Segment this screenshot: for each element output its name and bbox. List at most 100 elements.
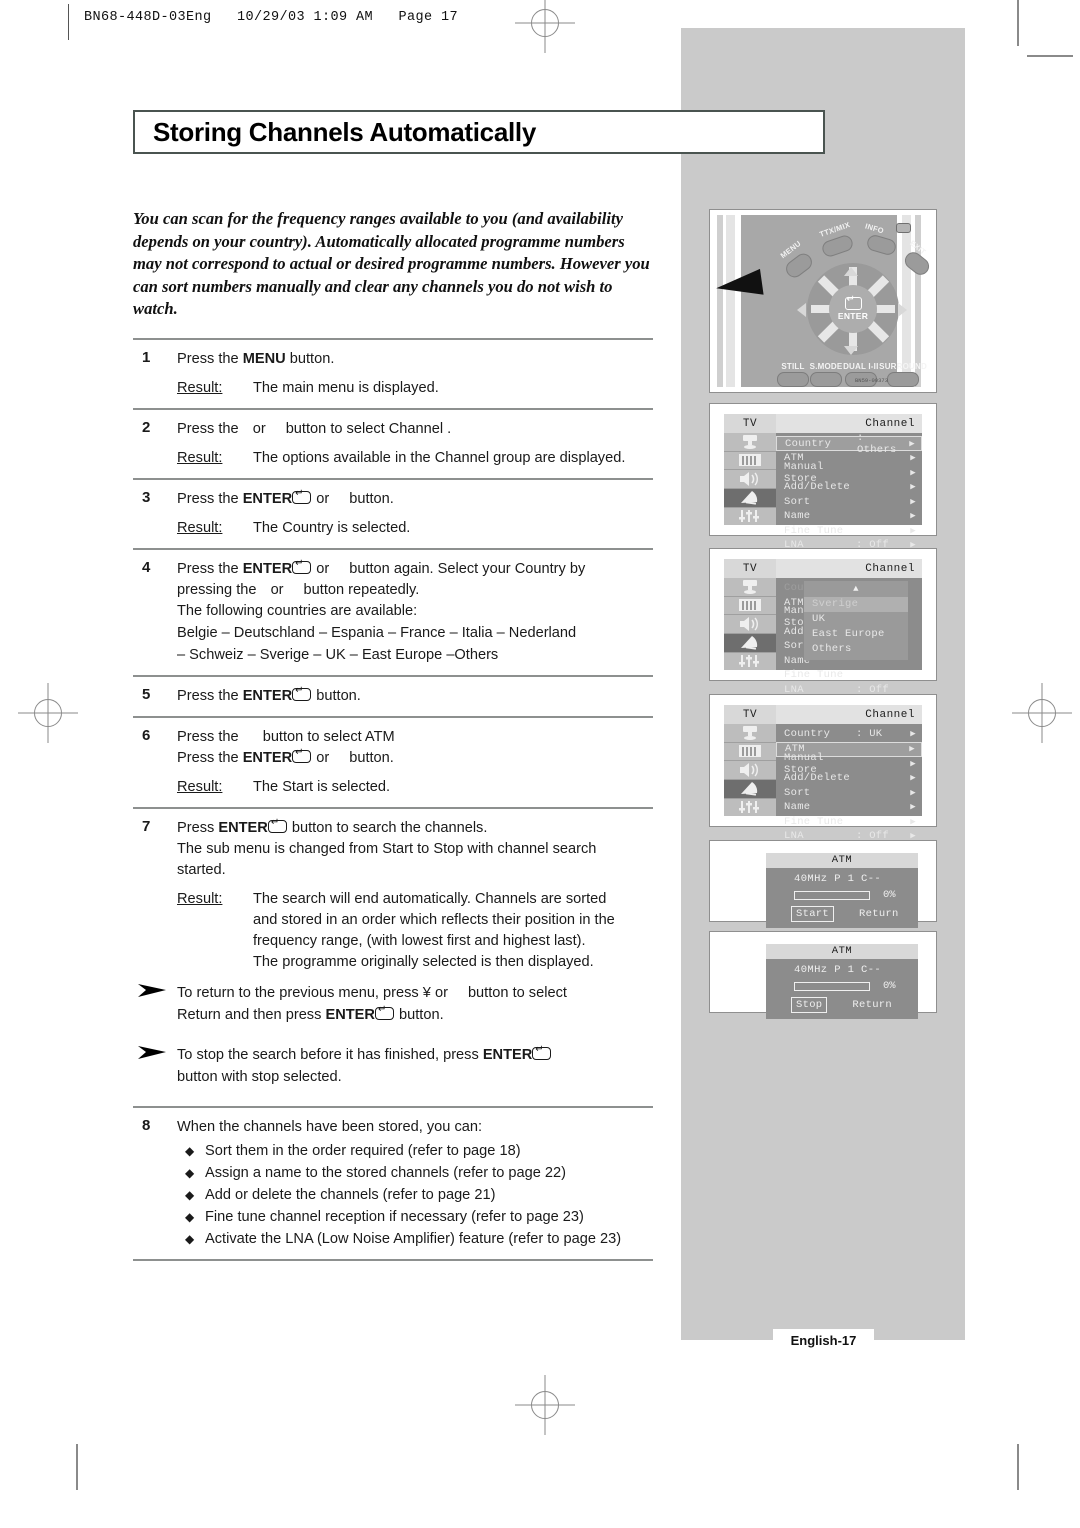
scroll-up-arrow-icon[interactable]: ▲	[804, 582, 908, 597]
remote-dpad[interactable]: ENTER	[807, 263, 899, 355]
remote-dual-label: DUAL I-II	[843, 362, 879, 371]
atm-return-button[interactable]: Return	[859, 908, 899, 920]
remote-smode-key[interactable]	[810, 372, 843, 387]
osd-row-label: Country	[784, 728, 831, 741]
atm-button-row: Stop Return	[766, 997, 918, 1013]
osd-row-name[interactable]: Name ▶	[776, 800, 922, 815]
country-option-east-europe[interactable]: East Europe	[804, 627, 908, 642]
setup-sliders-icon[interactable]	[724, 508, 776, 526]
speaker-icon[interactable]	[724, 470, 776, 489]
remote-still-key[interactable]	[777, 372, 809, 387]
atm-progress-percent: 0%	[883, 980, 896, 992]
remote-smode-button[interactable]: S.MODE	[810, 362, 843, 387]
step-body: Press the MENU button. Result: The main …	[177, 349, 653, 399]
setup-sliders-icon[interactable]	[724, 799, 776, 817]
chevron-right-icon: ▶	[910, 482, 916, 493]
enter-keyword: ENTER	[218, 820, 268, 836]
country-option-uk[interactable]: UK	[804, 612, 908, 627]
result-text: The search will end automatically. Chann…	[253, 889, 653, 973]
enter-keyword: ENTER	[242, 688, 293, 704]
page-footer: English-17	[773, 1329, 874, 1352]
sound-eq-icon[interactable]	[724, 743, 776, 761]
arrow-bullet-icon	[133, 1044, 177, 1088]
remote-control-figure: MENU TTX/MIX INFO EXIT ENTER ST	[709, 209, 937, 393]
step-number: 4	[142, 559, 151, 576]
registration-mark-top	[515, 0, 575, 53]
channel-dish-icon[interactable]	[724, 633, 776, 653]
osd-row-manual-store[interactable]: Manual Store ▶	[776, 461, 922, 485]
country-dropdown[interactable]: ▲ Sverige UK East Europe Others	[804, 581, 908, 660]
setup-sliders-icon[interactable]	[724, 653, 776, 671]
osd-row-fine-tune[interactable]: Fine Tune ▶	[776, 524, 922, 539]
result-block: Result: The search will end automaticall…	[177, 889, 653, 973]
note-1-line2: Return and then press ENTER button.	[177, 1004, 653, 1026]
ir-sensor-icon	[896, 223, 911, 233]
step-8: 8 When the channels have been stored, yo…	[133, 1108, 653, 1259]
remote-still-button[interactable]: STILL	[777, 362, 809, 387]
step-8-bullet-list: ◆ Sort them in the order required (refer …	[177, 1140, 653, 1250]
picture-icon[interactable]	[724, 724, 776, 743]
result-text: The main menu is displayed.	[253, 380, 439, 396]
osd-row-label: Fine Tune	[784, 524, 844, 537]
osd-content: Country: UK ▶ ATM ▶ Manual Store ▶ Add/Dele…	[724, 724, 922, 842]
osd-titlebar: TV Channel	[724, 559, 922, 578]
divider	[133, 1259, 653, 1261]
step-2-mid: or	[252, 421, 266, 437]
step-2-post: button to select Channel .	[285, 421, 452, 437]
sound-eq-icon[interactable]	[724, 452, 776, 470]
bullet-text: Fine tune channel reception if necessary…	[205, 1209, 584, 1225]
osd-row-sort[interactable]: Sort ▶	[776, 786, 922, 801]
osd-row-name[interactable]: Name ▶	[776, 509, 922, 524]
note-1-line2a: Return and then press	[177, 1007, 326, 1023]
note-1-line2b: button.	[394, 1007, 444, 1023]
header-rule	[68, 4, 69, 40]
remote-enter-label: ENTER	[837, 311, 869, 321]
step-number: 1	[142, 349, 151, 366]
osd-row-fine-tune[interactable]: Fine Tune ▶	[776, 815, 922, 830]
chevron-right-icon: ▶	[909, 438, 915, 449]
bullet-text: Assign a name to the stored channels (re…	[205, 1165, 567, 1181]
picture-icon[interactable]	[724, 433, 776, 452]
osd-row-add-delete[interactable]: Add/Delete ▶	[776, 771, 922, 786]
country-option-sverige[interactable]: Sverige	[804, 597, 908, 612]
step-number: 3	[142, 489, 151, 506]
step-7-line3: started.	[177, 862, 226, 878]
step-1-post: button.	[285, 351, 335, 367]
remote-info-button[interactable]	[865, 233, 898, 257]
channel-dish-icon[interactable]	[724, 488, 776, 508]
dpad-right-arrow-icon[interactable]	[898, 303, 907, 317]
atm-dialog-start-figure: ATM 40MHz P 1 C-- 0% Start Return	[709, 840, 937, 928]
result-text: The Country is selected.	[253, 520, 411, 536]
atm-stop-button[interactable]: Stop	[791, 997, 828, 1013]
bullet-text: Activate the LNA (Low Noise Amplifier) f…	[205, 1231, 622, 1247]
country-option-others[interactable]: Others	[804, 642, 908, 657]
picture-icon[interactable]	[724, 578, 776, 597]
atm-progress-bar	[794, 890, 870, 900]
osd-screen-2-figure: TV Channel Country: ATM Manual Store Add…	[709, 548, 937, 696]
step-body: Press ENTER button to search the channel…	[138, 817, 653, 1097]
atm-return-button[interactable]: Return	[852, 999, 892, 1011]
osd-row-country[interactable]: Country: UK ▶	[776, 727, 922, 742]
osd-row-country[interactable]: Country: Others ▶	[776, 432, 922, 456]
chevron-right-icon: ▶	[910, 802, 916, 813]
bullet-text: Add or delete the channels (refer to pag…	[205, 1187, 496, 1203]
speaker-icon[interactable]	[724, 761, 776, 780]
remote-enter-button[interactable]: ENTER	[829, 285, 877, 333]
dpad-up-arrow-icon[interactable]	[844, 267, 858, 276]
osd-row-fine-tune[interactable]: Fine Tune	[776, 668, 922, 683]
osd-row-value: : Others	[857, 431, 897, 456]
atm-start-button[interactable]: Start	[791, 906, 835, 922]
note-body: To return to the previous menu, press ¥ …	[177, 982, 653, 1026]
osd-row-add-delete[interactable]: Add/Delete ▶	[776, 480, 922, 495]
osd-row-sort[interactable]: Sort ▶	[776, 495, 922, 510]
osd-row-label: Sort	[784, 495, 811, 508]
step-6-line2b: or	[316, 750, 330, 766]
remote-surround-key[interactable]	[887, 372, 920, 387]
sound-eq-icon[interactable]	[724, 597, 776, 615]
osd-row-manual-store[interactable]: Manual Store ▶	[776, 752, 922, 776]
speaker-icon[interactable]	[724, 615, 776, 634]
dpad-down-arrow-icon[interactable]	[844, 346, 858, 355]
dpad-left-arrow-icon[interactable]	[797, 303, 806, 317]
channel-dish-icon[interactable]	[724, 779, 776, 799]
remote-still-label: STILL	[781, 362, 805, 371]
